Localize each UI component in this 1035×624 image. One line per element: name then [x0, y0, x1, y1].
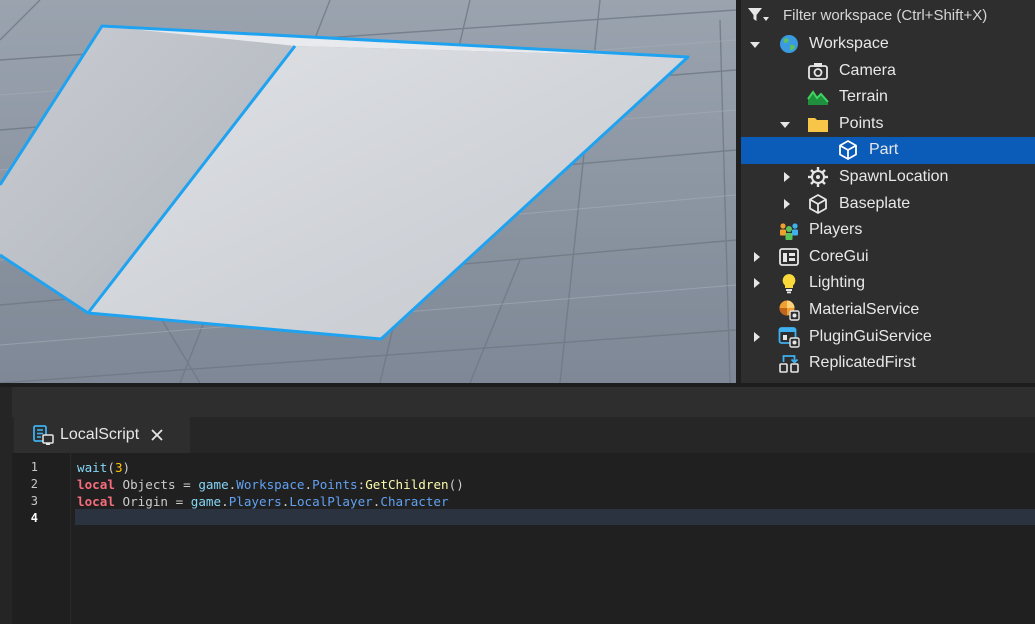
expand-arrow-right-icon[interactable] [751, 277, 763, 289]
part-cube-icon [839, 140, 857, 161]
code-token: LocalPlayer [289, 494, 373, 509]
tree-item-label: Lighting [809, 274, 866, 292]
expand-arrow-right-icon[interactable] [751, 251, 763, 263]
replicated-first-icon [779, 355, 799, 373]
code-editor[interactable]: 1 2 3 4 wait(3) local Objects = game.Wor… [12, 453, 1035, 624]
line-number: 2 [30, 477, 38, 491]
expand-arrow-right-icon[interactable] [781, 198, 793, 210]
tab-label: LocalScript [60, 426, 140, 443]
code-line[interactable]: local Origin = game.Players.LocalPlayer.… [77, 493, 449, 510]
explorer-panel: Filter workspace (Ctrl+Shift+X) Workspac… [741, 0, 1035, 383]
code-token: Players [228, 494, 282, 509]
workspace-globe-icon [780, 35, 798, 53]
code-token: GetChildren [365, 477, 449, 492]
tree-item-terrain[interactable]: Terrain [741, 84, 1035, 111]
tree-item-lighting[interactable]: Lighting [741, 270, 1035, 297]
code-token: ) [122, 460, 131, 475]
terrain-icon [807, 90, 829, 106]
tree-item-pluginguiservice[interactable]: PluginGuiService [741, 324, 1035, 351]
filter-icon[interactable] [747, 5, 783, 25]
filter-placeholder[interactable]: Filter workspace (Ctrl+Shift+X) [783, 7, 987, 24]
editor-tab-strip: LocalScript [12, 417, 1035, 453]
tree-item-label: Terrain [839, 88, 888, 106]
code-token: ( [107, 460, 115, 475]
code-token: . [304, 477, 313, 492]
code-token: local [77, 494, 115, 509]
tree-item-label: MaterialService [809, 301, 920, 318]
tab-localscript[interactable]: LocalScript [14, 417, 190, 453]
line-number: 3 [30, 494, 38, 508]
material-service-icon [779, 300, 800, 321]
tree-item-spawnlocation[interactable]: SpawnLocation [741, 164, 1035, 191]
code-line[interactable]: local Objects = game.Workspace.Points:Ge… [77, 476, 464, 493]
tree-item-label: ReplicatedFirst [809, 354, 916, 372]
tree-item-label: Camera [839, 61, 896, 79]
line-number-active: 4 [30, 511, 38, 525]
expand-arrow-down-icon[interactable] [779, 119, 791, 131]
expand-arrow-down-icon[interactable] [749, 39, 761, 51]
tree-item-label: PluginGuiService [809, 327, 932, 345]
3d-viewport[interactable] [0, 0, 736, 383]
code-token: game [198, 477, 229, 492]
tree-item-label: Points [839, 114, 884, 132]
tree-item-label: CoreGui [809, 247, 869, 265]
current-line-highlight [75, 509, 1035, 525]
spawn-gear-icon [808, 167, 828, 187]
tree-item-label: Players [809, 221, 863, 239]
viewport-scene [0, 0, 736, 383]
tree-item-coregui[interactable]: CoreGui [741, 244, 1035, 271]
tree-item-label: Part [869, 141, 899, 159]
coregui-icon [779, 247, 799, 266]
players-icon [780, 223, 798, 241]
tree-item-label: SpawnLocation [839, 168, 949, 185]
expand-arrow-right-icon[interactable] [781, 171, 793, 183]
editor-left-edge [0, 387, 12, 624]
camera-icon [808, 62, 828, 80]
lightbulb-icon [782, 274, 796, 294]
tree-item-points[interactable]: Points [741, 111, 1035, 138]
code-token: . [221, 494, 229, 509]
code-token: 3 [114, 460, 123, 475]
folder-icon [808, 117, 828, 132]
tree-item-baseplate[interactable]: Baseplate [741, 191, 1035, 218]
part-cube-icon [809, 193, 827, 214]
plugin-gui-icon [778, 326, 800, 348]
tree-item-materialservice[interactable]: MaterialService [741, 297, 1035, 324]
tree-item-replicatedfirst[interactable]: ReplicatedFirst [741, 350, 1035, 377]
localscript-icon [33, 425, 54, 445]
code-token: Origin = [114, 494, 191, 509]
code-token: Points [312, 477, 358, 492]
tree-item-camera[interactable]: Camera [741, 58, 1035, 85]
line-number-gutter: 1 2 3 4 [12, 453, 71, 624]
code-token: () [448, 477, 464, 492]
explorer-filter-bar[interactable]: Filter workspace (Ctrl+Shift+X) [741, 0, 1035, 30]
code-token: wait [77, 460, 108, 475]
script-editor-panel: LocalScript 1 2 3 4 wait(3) local Object… [0, 387, 1035, 624]
expand-arrow-right-icon[interactable] [751, 331, 763, 343]
line-number: 1 [30, 460, 38, 474]
code-token: Character [380, 494, 449, 509]
code-token: Workspace [236, 477, 305, 492]
tree-item-label: Baseplate [839, 194, 911, 212]
code-token: Objects = [114, 477, 199, 492]
tree-item-part[interactable]: Part [741, 137, 1035, 164]
tree-item-label: Workspace [809, 35, 889, 52]
code-token: local [77, 477, 115, 492]
close-icon[interactable] [149, 427, 165, 443]
tree-item-workspace[interactable]: Workspace [741, 31, 1035, 58]
code-line[interactable]: wait(3) [77, 459, 130, 476]
tree-item-players[interactable]: Players [741, 217, 1035, 244]
code-token: game [190, 494, 222, 509]
